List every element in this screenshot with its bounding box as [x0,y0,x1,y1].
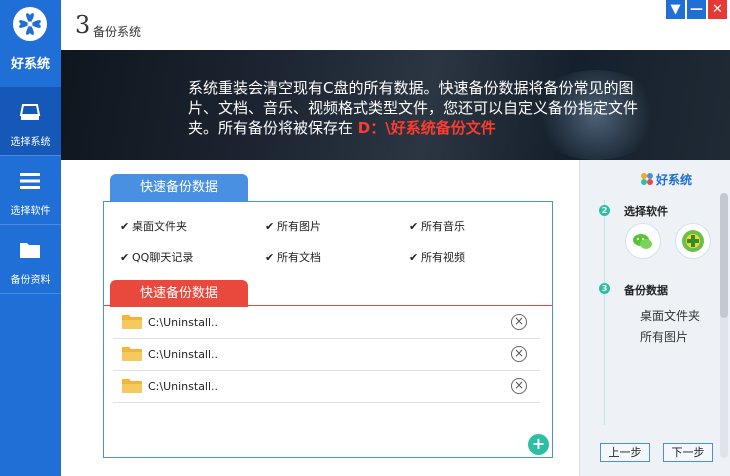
menu-button[interactable]: ▼ [666,0,685,19]
app-logo: 好系统 [0,0,61,86]
checkbox-desktop[interactable]: ✔ 桌面文件夹 [120,218,187,234]
folder-path: C:\Uninstall.. [148,380,219,393]
backup-file-item: 所有图片 [640,330,689,344]
check-icon: ✔ [265,220,275,233]
system-icon [19,101,41,123]
sidebar-item-label: 备份资料 [10,275,51,286]
scroll-thumb[interactable] [720,193,728,318]
list-item: C:\Uninstall.. × [113,307,540,339]
checkbox-images[interactable]: ✔ 所有图片 [265,218,321,234]
check-icon: ✔ [120,251,130,264]
divider [104,305,552,306]
divider [0,293,61,294]
list-item: C:\Uninstall.. × [113,371,540,403]
pinwheel-logo-icon [640,172,654,186]
folder-path: C:\Uninstall.. [148,348,219,361]
sidebar-item-select-software[interactable]: 选择软件 [0,156,61,224]
folder-icon [19,239,41,261]
step-badge: 2 [599,205,610,216]
sidebar-item-backup-data[interactable]: 备份资料 [0,225,61,293]
right-panel: 好系统 2 选择软件 3 备份数据 桌面文件夹 所有图片 [579,160,730,476]
wechat-icon[interactable] [625,223,661,259]
timeline-line [604,200,605,425]
checkbox-documents[interactable]: ✔ 所有文档 [265,249,321,265]
banner: 系统重装会清空现有C盘的所有数据。快速备份数据将备份常见的图片、文档、音乐、视频… [61,50,730,160]
checkbox-qq-chat[interactable]: ✔ QQ聊天记录 [120,249,193,265]
scrollbar[interactable] [720,193,728,458]
check-icon: ✔ [409,251,419,264]
360-icon[interactable] [675,223,711,259]
folder-path: C:\Uninstall.. [148,316,219,329]
sidebar-item-select-system[interactable]: 选择系统 [0,87,61,155]
check-icon: ✔ [120,220,130,233]
list-icon [19,170,41,192]
check-icon: ✔ [409,220,419,233]
list-item: C:\Uninstall.. × [113,339,540,371]
remove-icon[interactable]: × [511,314,527,330]
step-number: 3 [75,11,91,39]
remove-icon[interactable]: × [511,378,527,394]
check-icon: ✔ [265,251,275,264]
checkbox-videos[interactable]: ✔ 所有视频 [409,249,465,265]
remove-icon[interactable]: × [511,346,527,362]
fan-logo-icon [13,7,47,41]
next-button[interactable]: 下一步 [663,443,713,462]
folder-icon [121,313,143,330]
add-folder-button[interactable]: + [528,434,549,455]
folder-icon [121,377,143,394]
backup-file-item: 桌面文件夹 [640,309,701,323]
backup-path: D：\好系统备份文件 [357,119,496,137]
banner-text: 系统重装会清空现有C盘的所有数据。快速备份数据将备份常见的图片、文档、音乐、视频… [188,78,648,138]
prev-button[interactable]: 上一步 [600,443,650,462]
close-button[interactable]: ✕ [708,0,727,19]
minimize-button[interactable]: — [687,0,706,19]
right-logo-text: 好系统 [656,173,693,187]
folder-icon [121,345,143,362]
sidebar-item-label: 选择软件 [10,206,51,217]
sidebar-item-label: 选择系统 [10,137,51,148]
step-title: 选择软件 [624,205,668,218]
sidebar: 好系统 选择系统 选择软件 备份资料 [0,0,61,476]
tab-quick-backup[interactable]: 快速备份数据 [110,174,248,201]
step-badge: 3 [599,283,610,294]
header: 3 备份系统 ▼ — ✕ [61,0,730,50]
step-title: 备份数据 [624,284,668,297]
logo-text: 好系统 [10,57,50,72]
tab-custom-backup[interactable]: 快速备份数据 [110,280,248,307]
checkbox-music[interactable]: ✔ 所有音乐 [409,218,465,234]
page-title: 备份系统 [93,25,142,39]
